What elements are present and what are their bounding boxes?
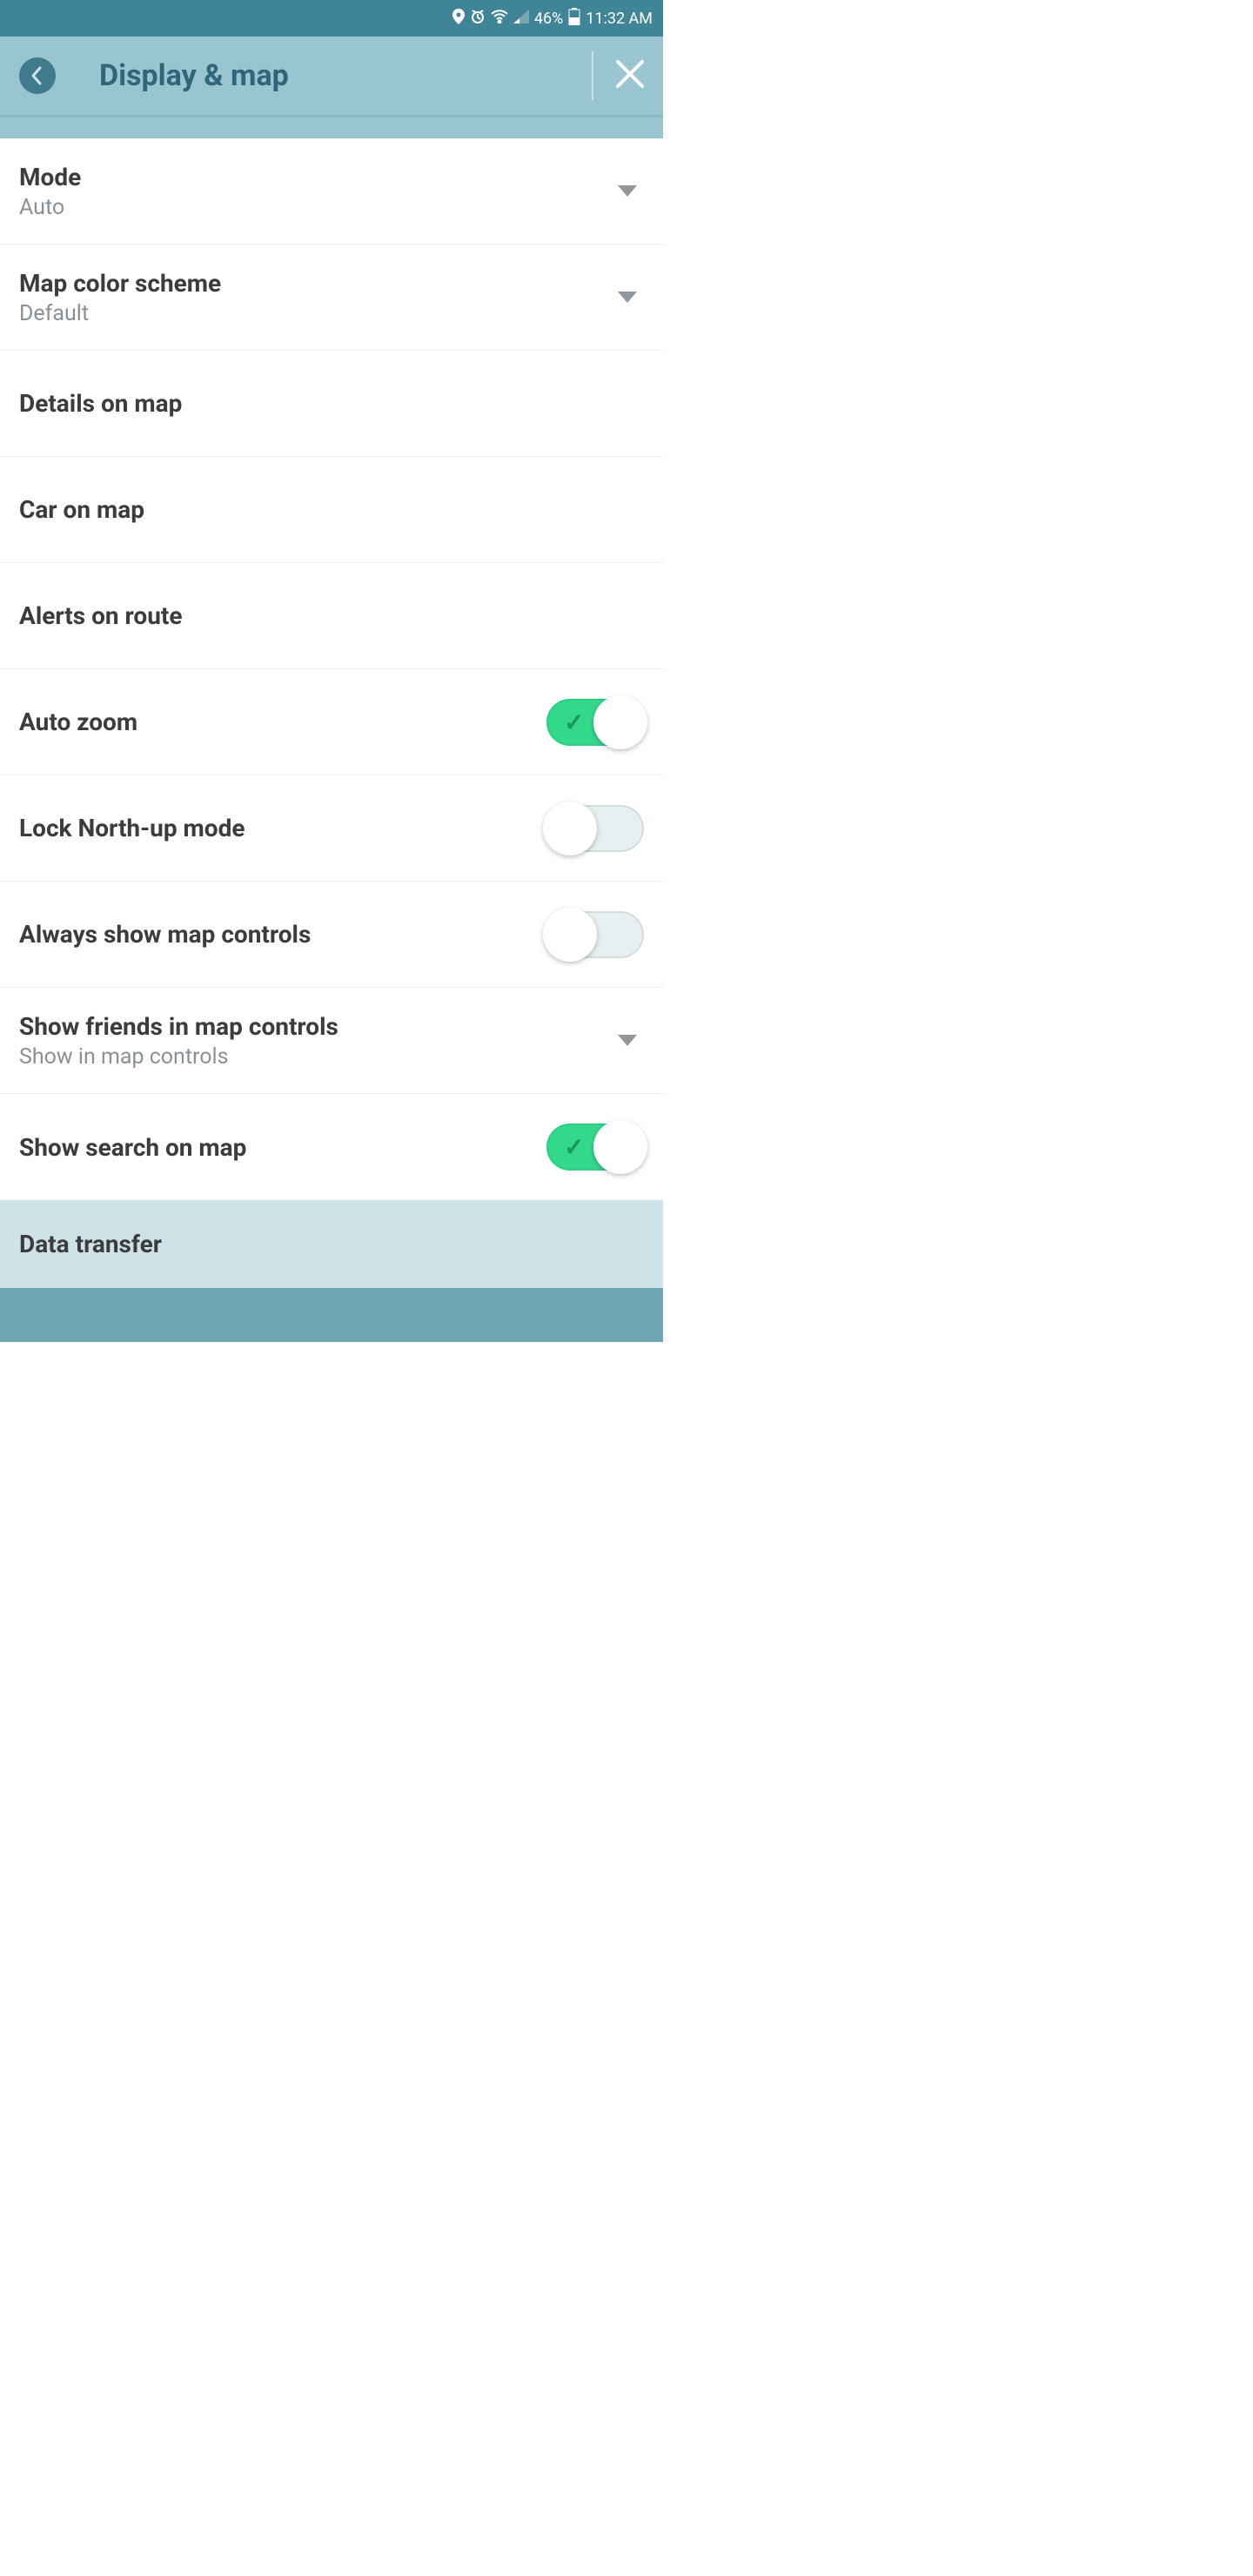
- signal-icon: [513, 10, 529, 28]
- status-bar: 46% 11:32 AM: [0, 0, 663, 37]
- settings-list: Mode Auto Map color scheme Default Detai…: [0, 138, 663, 1200]
- location-icon: [452, 9, 465, 29]
- toggle-knob: [543, 908, 597, 962]
- toggle-knob: [593, 695, 647, 749]
- setting-friends-controls[interactable]: Show friends in map controls Show in map…: [0, 988, 663, 1094]
- setting-mode[interactable]: Mode Auto: [0, 138, 663, 245]
- battery-icon: [568, 8, 580, 30]
- bottom-gap: [0, 1288, 663, 1342]
- page-title: Display & map: [99, 58, 592, 93]
- setting-car-on-map[interactable]: Car on map: [0, 457, 663, 563]
- alarm-icon: [470, 9, 486, 29]
- toggle-knob: [543, 802, 597, 855]
- toggle-lock-north[interactable]: [546, 805, 644, 852]
- chevron-down-icon: [618, 292, 637, 303]
- chevron-down-icon: [618, 1035, 637, 1046]
- value-friends: Show in map controls: [19, 1044, 618, 1070]
- wifi-icon: [491, 10, 508, 28]
- setting-color-scheme[interactable]: Map color scheme Default: [0, 245, 663, 351]
- label-details: Details on map: [19, 389, 644, 418]
- close-button[interactable]: [614, 58, 646, 93]
- section-data-transfer: Data transfer: [0, 1200, 663, 1288]
- setting-always-controls[interactable]: Always show map controls: [0, 882, 663, 988]
- value-color-scheme: Default: [19, 301, 618, 326]
- header-gap: [0, 117, 663, 138]
- label-search-map: Show search on map: [19, 1133, 546, 1162]
- app-bar: Display & map: [0, 37, 663, 117]
- toggle-always-controls[interactable]: [546, 911, 644, 958]
- chevron-down-icon: [618, 185, 637, 197]
- setting-lock-north[interactable]: Lock North-up mode: [0, 775, 663, 882]
- toggle-knob: [593, 1120, 647, 1174]
- label-alerts: Alerts on route: [19, 601, 644, 630]
- toggle-auto-zoom[interactable]: ✓: [546, 699, 644, 746]
- setting-auto-zoom[interactable]: Auto zoom ✓: [0, 669, 663, 775]
- setting-alerts-on-route[interactable]: Alerts on route: [0, 563, 663, 669]
- check-icon: ✓: [564, 1133, 584, 1162]
- check-icon: ✓: [564, 708, 584, 736]
- back-button[interactable]: [19, 57, 56, 94]
- clock-time: 11:32 AM: [586, 10, 653, 28]
- label-friends: Show friends in map controls: [19, 1012, 618, 1041]
- label-mode: Mode: [19, 163, 618, 191]
- value-mode: Auto: [19, 195, 618, 220]
- divider: [592, 51, 593, 100]
- label-car: Car on map: [19, 495, 644, 524]
- toggle-search-map[interactable]: ✓: [546, 1124, 644, 1171]
- label-auto-zoom: Auto zoom: [19, 708, 546, 736]
- label-lock-north: Lock North-up mode: [19, 814, 546, 842]
- setting-details-on-map[interactable]: Details on map: [0, 351, 663, 457]
- label-color-scheme: Map color scheme: [19, 269, 618, 298]
- setting-search-on-map[interactable]: Show search on map ✓: [0, 1094, 663, 1200]
- battery-percent: 46%: [534, 10, 563, 28]
- label-always-controls: Always show map controls: [19, 920, 546, 949]
